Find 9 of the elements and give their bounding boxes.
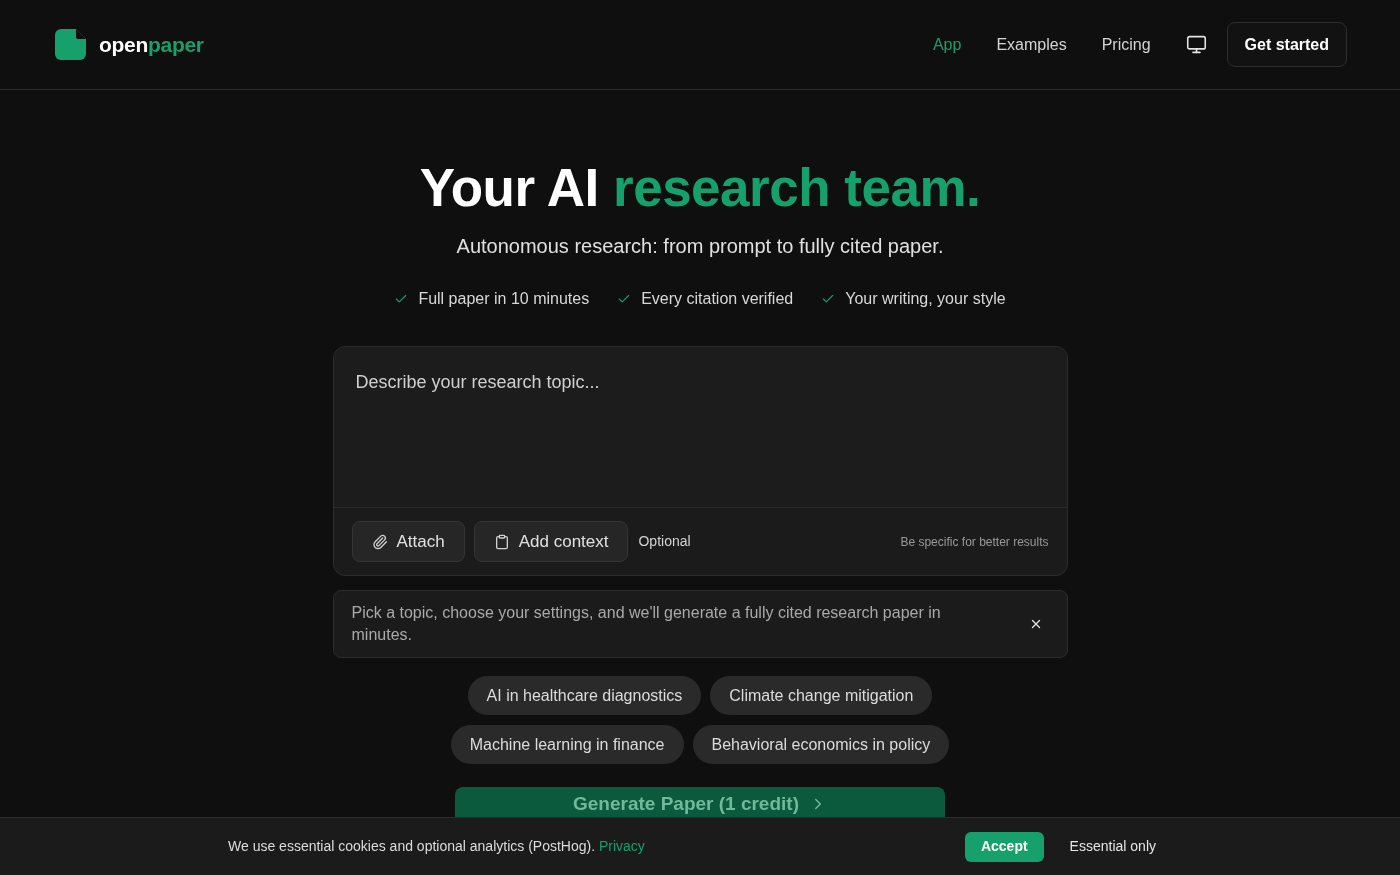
cookie-text: We use essential cookies and optional analytics (PostHog). Privacy xyxy=(228,837,645,856)
feature-text: Full paper in 10 minutes xyxy=(418,289,590,309)
feature-text: Your writing, your style xyxy=(845,289,1006,309)
feature-text: Every citation verified xyxy=(641,289,794,309)
optional-label: Optional xyxy=(638,532,691,551)
notice-text: Pick a topic, choose your settings, and we'll generate a fully cited research paper in minutes. xyxy=(351,603,942,645)
hint-text: Be specific for better results xyxy=(900,533,1049,551)
hero-title: Your AI research team. xyxy=(419,157,981,219)
hero-subtitle: Autonomous research: from prompt to fully cited paper. xyxy=(456,234,944,259)
